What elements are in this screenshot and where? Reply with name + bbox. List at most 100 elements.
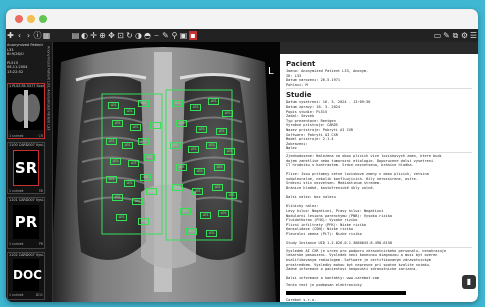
layers-icon[interactable]: ▣: [179, 29, 188, 42]
series-count: 1 snimek: [9, 293, 24, 297]
sr-text: SR: [14, 159, 38, 177]
lesion-marker[interactable]: LES: [146, 188, 157, 195]
contrast-icon[interactable]: ◑: [134, 29, 143, 42]
lesion-marker[interactable]: LES: [214, 164, 225, 171]
viewport-side-label: Anonymized Patient L33, Anonymized Patie…: [46, 42, 53, 302]
lesion-marker[interactable]: LES: [206, 230, 217, 237]
add-icon[interactable]: ✚: [6, 29, 15, 42]
report-toolbar: [280, 42, 478, 54]
copy-icon[interactable]: ⧉: [451, 29, 460, 42]
lesion-marker[interactable]: LES: [140, 174, 151, 181]
lesion-marker[interactable]: LES: [172, 100, 183, 107]
lesion-marker[interactable]: LES: [200, 212, 211, 219]
study-sidebar: Anonymized Patient L33 BI:9/26/U PL515 0…: [6, 42, 46, 302]
lesion-marker[interactable]: LES: [138, 100, 149, 107]
chest-xray-image: [46, 42, 280, 302]
study-time: 13:22:52: [7, 69, 24, 74]
window-level-icon[interactable]: ◐: [80, 29, 89, 42]
section-title-study: Studie: [286, 91, 312, 100]
sr-preview: SR: [13, 150, 39, 186]
maximize-window-button[interactable]: [39, 15, 47, 23]
lesion-marker[interactable]: LES: [112, 194, 123, 201]
zoom-icon[interactable]: ⊕: [98, 29, 107, 42]
lesion-marker[interactable]: LES: [138, 138, 149, 145]
report-panel: Pacient Jmeno: Anonymized Patient L33, A…: [280, 42, 478, 302]
pencil-icon[interactable]: ✎: [442, 29, 451, 42]
lesion-marker[interactable]: LES: [122, 142, 133, 149]
lesion-marker[interactable]: LES: [188, 146, 199, 153]
doc-preview: DOC: [13, 259, 42, 291]
toolbar: ✚ ‹ › ⓘ ▦ ▤ ◐ ✛ ⊕ ✥ ⊡ ↻ ◑ ◓ ⎯ ✎ ⚲ ▣ ▪ ▭ …: [6, 29, 478, 42]
lesion-marker[interactable]: LES: [106, 138, 117, 145]
lesion-marker[interactable]: LES: [216, 128, 227, 135]
grid-icon[interactable]: ▤: [71, 29, 80, 42]
viewport-patient-label: Anonymized Patient L33, Anonymized Patie…: [46, 46, 51, 131]
chat-button[interactable]: ▮: [462, 275, 476, 289]
series-label: 1100 CARD007 Vysl.: [9, 143, 44, 147]
lesion-marker[interactable]: LES: [116, 214, 127, 221]
lesion-marker[interactable]: LES: [224, 148, 235, 155]
image-viewport[interactable]: L LES LES LES LES LES LES LES LES LES LES LES LES LE…: [46, 42, 280, 302]
layout-icon[interactable]: ▦: [42, 29, 51, 42]
report-content: Pacient Jmeno: Anonymized Patient L33, A…: [286, 58, 472, 302]
patient-name: Anonymized Patient: [7, 43, 43, 47]
lesion-marker[interactable]: LES: [172, 184, 183, 191]
lesion-marker[interactable]: LES: [150, 122, 161, 129]
invert-icon[interactable]: ◓: [143, 29, 152, 42]
lesion-marker[interactable]: LES: [138, 218, 149, 225]
lesion-marker[interactable]: LES: [180, 208, 191, 215]
lesion-marker[interactable]: LES: [186, 228, 197, 235]
doc-text: DOC: [13, 268, 42, 282]
lesion-marker[interactable]: LES: [132, 198, 143, 205]
marker-icon[interactable]: ⚲: [170, 29, 179, 42]
series-thumbnail-pr[interactable]: 1101 CARD007 Vysl. PR 1 snimek PR: [7, 197, 45, 249]
lesion-marker[interactable]: LES: [192, 188, 203, 195]
lesion-marker[interactable]: LES: [108, 102, 119, 109]
series-modality: SR: [38, 189, 43, 193]
lesion-marker[interactable]: LES: [206, 142, 217, 149]
lesion-marker[interactable]: LES: [176, 120, 187, 127]
lesion-marker[interactable]: LES: [222, 110, 233, 117]
ai-overlay-button[interactable]: ▪: [189, 31, 197, 40]
lesion-marker[interactable]: LES: [128, 160, 139, 167]
title-bar: [6, 9, 478, 29]
lesion-marker[interactable]: LES: [144, 154, 155, 161]
section-title-patient: Pacient: [286, 60, 316, 68]
ruler-icon[interactable]: ⎯: [152, 29, 161, 42]
annotation-icon[interactable]: ✎: [161, 29, 170, 42]
lesion-marker[interactable]: LES: [194, 168, 205, 175]
lesion-marker[interactable]: LES: [112, 120, 123, 127]
lesion-marker[interactable]: LES: [170, 142, 181, 149]
series-modality: CR: [38, 134, 43, 138]
back-icon[interactable]: ‹: [15, 29, 24, 42]
rotate-icon[interactable]: ↻: [125, 29, 134, 42]
findings-text: Zjednodusene: Nalezena na obou plicich v…: [286, 154, 472, 246]
lesion-marker[interactable]: LES: [130, 124, 141, 131]
pan-icon[interactable]: ✥: [107, 29, 116, 42]
forward-icon[interactable]: ›: [24, 29, 33, 42]
notes-text: Vysledek AI CXR je urcen pro podporu zdr…: [286, 249, 472, 281]
series-thumbnail-xray[interactable]: 1 PLSS PA 5377 Scan 1 snimek CR: [7, 83, 45, 139]
series-count: 1 snimek: [9, 134, 24, 138]
fit-icon[interactable]: ⊡: [116, 29, 125, 42]
lesion-marker[interactable]: LES: [212, 184, 223, 191]
menu-icon[interactable]: ☰: [469, 29, 478, 42]
lesion-marker[interactable]: LES: [110, 158, 121, 165]
settings-icon[interactable]: ⚙: [460, 29, 469, 42]
close-window-button[interactable]: [15, 15, 23, 23]
info-icon[interactable]: ⓘ: [33, 29, 42, 42]
lesion-marker[interactable]: LES: [190, 104, 201, 111]
series-thumbnail-sr[interactable]: 1100 CARD007 Vysl. SR 1 snimek SR: [7, 142, 45, 194]
lesion-marker[interactable]: LES: [226, 192, 237, 199]
crosshair-icon[interactable]: ✛: [89, 29, 98, 42]
lesion-marker[interactable]: LES: [124, 108, 135, 115]
lesion-marker[interactable]: LES: [176, 164, 187, 171]
series-thumbnail-doc[interactable]: 1102 CARD007 Vysl. DOC 1 snimek DOC: [7, 252, 45, 300]
image-icon[interactable]: ▭: [433, 29, 442, 42]
lesion-marker[interactable]: LES: [124, 180, 135, 187]
lesion-marker[interactable]: LES: [196, 126, 207, 133]
lesion-marker[interactable]: LES: [106, 176, 117, 183]
lesion-marker[interactable]: LES: [208, 98, 219, 105]
lesion-marker[interactable]: LES: [218, 210, 229, 217]
minimize-window-button[interactable]: [27, 15, 35, 23]
